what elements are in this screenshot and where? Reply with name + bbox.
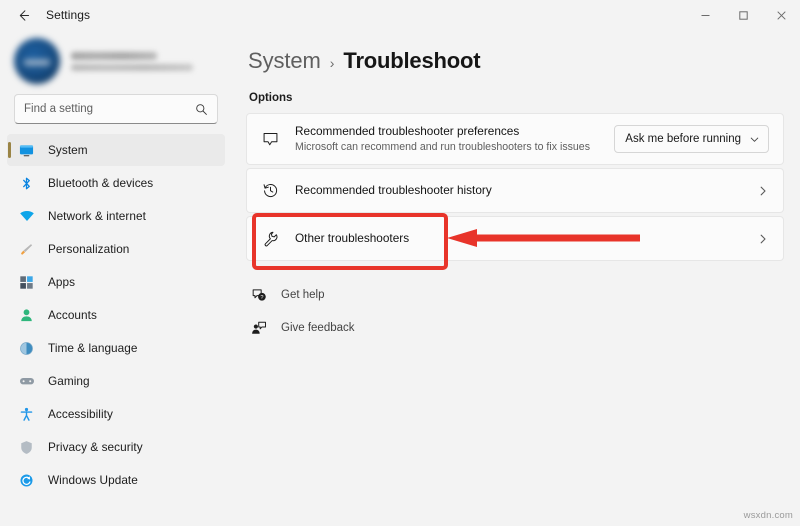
card-recommended-troubleshooter-preferences[interactable]: Recommended troubleshooter preferences M… — [246, 113, 784, 165]
window-body: System Bluetooth & devices — [0, 30, 800, 526]
dropdown-selected-value: Ask me before running — [625, 133, 741, 145]
apps-grid-icon — [18, 274, 35, 291]
profile-email-blurred — [71, 63, 193, 71]
sidebar-item-bluetooth-devices[interactable]: Bluetooth & devices — [7, 167, 225, 199]
card-subtitle: Microsoft can recommend and run troubles… — [295, 141, 590, 153]
card-text: Other troubleshooters — [295, 231, 747, 246]
watermark: wsxdn.com — [743, 510, 793, 521]
card-recommended-troubleshooter-history[interactable]: Recommended troubleshooter history — [246, 168, 784, 213]
shield-icon — [18, 439, 35, 456]
give-feedback-link[interactable]: Give feedback — [250, 316, 784, 340]
person-icon — [18, 307, 35, 324]
update-refresh-icon — [18, 472, 35, 489]
close-button[interactable] — [762, 0, 800, 30]
search-input[interactable] — [24, 103, 195, 115]
breadcrumb-parent[interactable]: System — [248, 48, 321, 74]
profile-name-blurred — [71, 51, 157, 60]
sidebar-item-label: Windows Update — [48, 473, 138, 487]
breadcrumb-separator-icon: › — [329, 55, 335, 71]
sidebar: System Bluetooth & devices — [0, 30, 232, 526]
wifi-icon — [18, 208, 35, 225]
sidebar-item-label: Accessibility — [48, 407, 113, 421]
feedback-icon — [250, 319, 268, 337]
help-question-icon: ? — [250, 286, 268, 304]
avatar — [14, 38, 60, 84]
footer-links: ? Get help Give feedback — [246, 283, 784, 340]
link-label: Give feedback — [281, 322, 355, 334]
main-content: System › Troubleshoot Options Recommende… — [232, 30, 800, 526]
user-profile[interactable] — [0, 30, 232, 92]
link-label: Get help — [281, 289, 325, 301]
sidebar-item-label: Privacy & security — [48, 440, 143, 454]
accessibility-person-icon — [18, 406, 35, 423]
sidebar-item-gaming[interactable]: Gaming — [7, 365, 225, 397]
chevron-right-icon — [757, 185, 769, 197]
card-text: Recommended troubleshooter preferences M… — [295, 124, 614, 154]
card-other-troubleshooters[interactable]: Other troubleshooters — [246, 216, 784, 261]
chevron-right-icon — [757, 233, 769, 245]
breadcrumb: System › Troubleshoot — [246, 48, 784, 74]
page-title: Troubleshoot — [343, 48, 481, 73]
gamepad-icon — [18, 373, 35, 390]
wrench-icon — [260, 229, 280, 249]
sidebar-item-privacy-security[interactable]: Privacy & security — [7, 431, 225, 463]
card-title: Recommended troubleshooter history — [295, 183, 492, 197]
recommended-preferences-dropdown[interactable]: Ask me before running — [614, 125, 769, 153]
window-controls — [686, 0, 800, 30]
sidebar-item-label: Apps — [48, 275, 76, 289]
svg-text:?: ? — [260, 295, 263, 301]
paintbrush-icon — [18, 241, 35, 258]
sidebar-item-label: Accounts — [48, 308, 97, 322]
card-title: Other troubleshooters — [295, 231, 410, 245]
search-box[interactable] — [14, 94, 218, 124]
sidebar-item-personalization[interactable]: Personalization — [7, 233, 225, 265]
app-title: Settings — [46, 8, 91, 22]
clock-globe-icon — [18, 340, 35, 357]
chat-bubble-icon — [260, 129, 280, 149]
minimize-icon — [701, 14, 709, 16]
title-bar: Settings — [0, 0, 800, 30]
bluetooth-icon — [18, 175, 35, 192]
history-clock-icon — [260, 181, 280, 201]
profile-text — [71, 51, 193, 71]
sidebar-item-network-internet[interactable]: Network & internet — [7, 200, 225, 232]
sidebar-item-label: Time & language — [48, 341, 138, 355]
sidebar-item-accounts[interactable]: Accounts — [7, 299, 225, 331]
back-arrow-icon — [19, 9, 29, 21]
sidebar-item-time-language[interactable]: Time & language — [7, 332, 225, 364]
section-label-options: Options — [249, 92, 293, 104]
maximize-button[interactable] — [724, 0, 762, 30]
sidebar-item-label: Network & internet — [48, 209, 146, 223]
get-help-link[interactable]: ? Get help — [250, 283, 784, 307]
close-icon — [776, 10, 786, 20]
sidebar-item-system[interactable]: System — [7, 134, 225, 166]
sidebar-item-apps[interactable]: Apps — [7, 266, 225, 298]
sidebar-item-label: System — [48, 143, 88, 157]
back-button[interactable] — [8, 1, 38, 29]
search-icon — [195, 103, 208, 116]
maximize-icon — [738, 10, 748, 20]
card-text: Recommended troubleshooter history — [295, 183, 747, 198]
sidebar-item-label: Bluetooth & devices — [48, 176, 154, 190]
card-row-other-troubleshooters: Other troubleshooters — [246, 216, 784, 261]
sidebar-item-label: Gaming — [48, 374, 90, 388]
minimize-button[interactable] — [686, 0, 724, 30]
sidebar-nav: System Bluetooth & devices Network & int… — [0, 134, 232, 526]
sidebar-item-label: Personalization — [48, 242, 130, 256]
monitor-icon — [18, 142, 35, 159]
card-title: Recommended troubleshooter preferences — [295, 124, 520, 138]
sidebar-item-windows-update[interactable]: Windows Update — [7, 464, 225, 496]
settings-window: Settings Find a setting System Bluetooth… — [0, 0, 800, 526]
chevron-down-icon — [749, 134, 760, 145]
sidebar-item-accessibility[interactable]: Accessibility — [7, 398, 225, 430]
